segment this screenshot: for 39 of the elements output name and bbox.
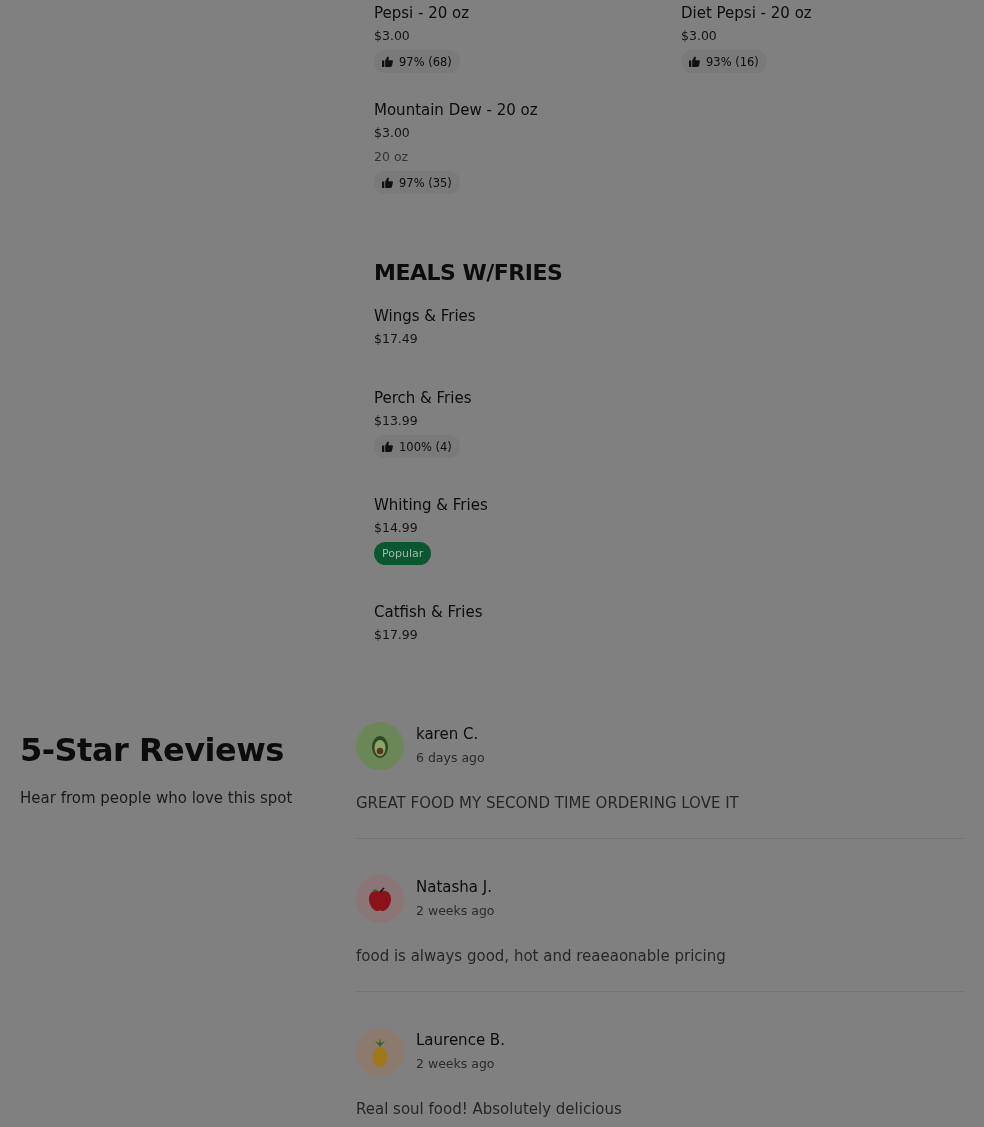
item-name[interactable]: Whiting & Fries [374,494,488,516]
reviewer-name: karen C. [416,724,480,745]
thumbs-up-icon [382,177,393,188]
rating-text: 100% (4) [399,439,452,454]
item-price: $13.99 [374,412,418,430]
section-heading: MEALS W/FRIES [374,260,564,285]
popular-tag: Popular [374,542,432,565]
thumbs-up-icon [689,56,700,67]
item-name[interactable]: Mountain Dew - 20 oz [374,99,538,121]
item-price: $3.00 [374,124,410,142]
item-size: 20 oz [374,148,409,166]
item-name[interactable]: Pepsi - 20 oz [374,2,470,24]
item-price: $3.00 [374,27,410,45]
item-price: $14.99 [374,519,418,537]
item-price: $17.99 [374,626,418,644]
review-text: GREAT FOOD MY SECOND TIME ORDERING LOVE IT [356,794,740,812]
item-name[interactable]: Diet Pepsi - 20 oz [681,2,812,24]
item-name[interactable]: Wings & Fries [374,305,476,327]
review-date: 2 weeks ago [416,1055,496,1073]
avocado-avatar-icon [356,722,404,770]
reviewer-name: Laurence B. [416,1030,505,1051]
rating-text: 97% (35) [399,175,452,190]
review-text: Real soul food! Absolutely delicious [356,1100,623,1118]
reviews-subtitle: Hear from people who love this spot [20,789,294,807]
item-name[interactable]: Perch & Fries [374,387,472,409]
rating-text: 93% (16) [706,54,759,69]
pineapple-avatar-icon [356,1028,404,1076]
review-date: 2 weeks ago [416,902,495,920]
item-price: $3.00 [681,27,717,45]
thumbs-up-icon [382,441,393,452]
thumbs-up-icon [382,56,393,67]
review-date: 6 days ago [416,749,485,767]
reviews-heading: 5-Star Reviews [20,730,285,771]
review-text: food is always good, hot and reaeaonable pricing [356,947,727,965]
reviewer-name: Natasha J. [416,877,493,898]
item-name[interactable]: Catfish & Fries [374,601,483,623]
rating-text: 97% (68) [399,54,452,69]
apple-avatar-icon [356,875,404,923]
item-price: $17.49 [374,330,418,348]
